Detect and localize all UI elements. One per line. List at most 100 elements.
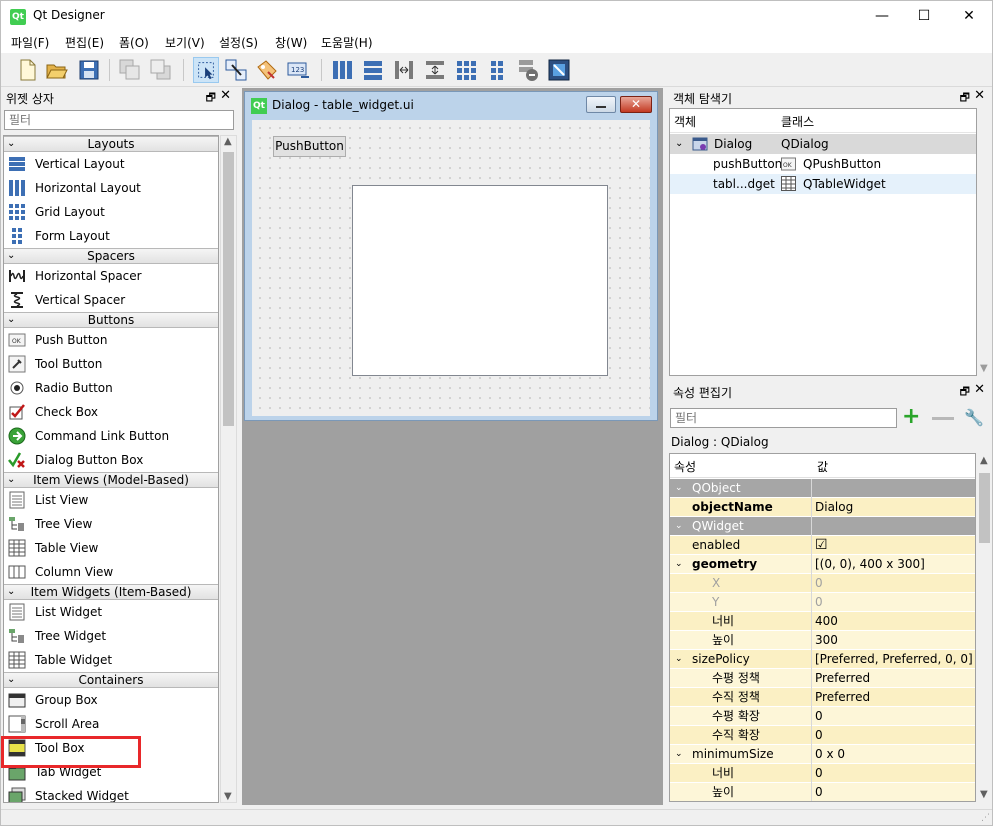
widget-tree-view[interactable]: Tree View	[4, 512, 218, 536]
lay-out-horizontal-splitter-icon[interactable]	[391, 57, 417, 83]
scroll-thumb[interactable]	[223, 152, 234, 426]
property-value[interactable]: 300	[815, 631, 838, 650]
expand-chevron-icon[interactable]: ⌄	[675, 745, 683, 764]
widget-tool-button[interactable]: Tool Button	[4, 352, 218, 376]
column-object[interactable]: 객체	[674, 113, 696, 130]
close-dock-icon[interactable]: ✕	[974, 88, 985, 103]
column-class[interactable]: 클래스	[781, 113, 814, 130]
widget-horizontal-spacer[interactable]: Horizontal Spacer	[4, 264, 218, 288]
object-row-tablewidget[interactable]: tabl...dget QTableWidget	[670, 174, 976, 194]
property-value[interactable]: Preferred	[815, 688, 870, 707]
widget-check-box[interactable]: Check Box	[4, 400, 218, 424]
scroll-up-icon[interactable]: ▲	[980, 455, 988, 466]
edit-tab-order-icon[interactable]: 123	[285, 57, 311, 83]
property-value[interactable]: 0	[815, 783, 823, 801]
property-value[interactable]: 0	[815, 726, 823, 745]
property-value[interactable]: 0 x 0	[815, 745, 845, 764]
lay-out-form-icon[interactable]	[484, 57, 510, 83]
menu-window[interactable]: 창(W)	[273, 34, 309, 51]
property-value[interactable]: Dialog	[815, 498, 853, 517]
widget-list-scrollbar[interactable]: ▲ ▼	[220, 135, 237, 803]
category-spacers[interactable]: ⌄ Spacers	[4, 248, 218, 264]
property-row[interactable]: enabled ☑	[670, 536, 975, 555]
property-value[interactable]: 0	[815, 707, 823, 726]
widget-scroll-area[interactable]: Scroll Area	[4, 712, 218, 736]
property-row[interactable]: 높이 0	[670, 783, 975, 801]
widget-table-view[interactable]: Table View	[4, 536, 218, 560]
object-row-dialog[interactable]: ⌄ Dialog QDialog	[670, 134, 976, 154]
widget-dialog-button-box[interactable]: Dialog Button Box	[4, 448, 218, 472]
lay-out-grid-icon[interactable]	[453, 57, 479, 83]
property-value[interactable]: [Preferred, Preferred, 0, 0]	[815, 650, 973, 669]
widget-list-view[interactable]: List View	[4, 488, 218, 512]
float-dock-icon[interactable]: 🗗	[206, 89, 216, 108]
widget-grid-layout[interactable]: Grid Layout	[4, 200, 218, 224]
close-dock-icon[interactable]: ✕	[220, 88, 231, 103]
edit-buddies-icon[interactable]	[254, 57, 280, 83]
widget-horizontal-layout[interactable]: Horizontal Layout	[4, 176, 218, 200]
property-group-row[interactable]: ⌄ QWidget	[670, 517, 975, 536]
adjust-size-icon[interactable]	[546, 57, 572, 83]
property-row[interactable]: 수직 확장 0	[670, 726, 975, 745]
property-row[interactable]: Y0	[670, 593, 975, 612]
scroll-up-icon[interactable]: ▲	[224, 136, 232, 147]
property-filter-input[interactable]	[670, 408, 897, 428]
property-value[interactable]: [(0, 0), 400 x 300]	[815, 555, 925, 574]
expand-chevron-icon[interactable]: ⌄	[675, 479, 683, 498]
lay-out-horizontally-icon[interactable]	[329, 57, 355, 83]
form-table-widget[interactable]	[352, 185, 608, 376]
scroll-thumb[interactable]	[979, 473, 990, 543]
category-item-widgets[interactable]: ⌄ Item Widgets (Item-Based)	[4, 584, 218, 600]
bring-to-front-icon[interactable]	[148, 57, 174, 83]
expand-chevron-icon[interactable]: ⌄	[675, 134, 683, 154]
expand-chevron-icon[interactable]: ⌄	[675, 517, 683, 536]
menu-view[interactable]: 보기(V)	[163, 34, 207, 51]
property-row[interactable]: 수평 확장 0	[670, 707, 975, 726]
property-row[interactable]: 높이 300	[670, 631, 975, 650]
widget-column-view[interactable]: Column View	[4, 560, 218, 584]
property-row[interactable]: X0	[670, 574, 975, 593]
new-form-icon[interactable]	[14, 57, 40, 83]
form-push-button[interactable]: PushButton	[273, 136, 346, 157]
widget-list-widget[interactable]: List Widget	[4, 600, 218, 624]
open-form-icon[interactable]	[44, 57, 70, 83]
property-value[interactable]: 0	[815, 764, 823, 783]
property-row[interactable]: 수평 정책 Preferred	[670, 669, 975, 688]
object-tree-scrollbar[interactable]: ▼	[977, 108, 992, 376]
property-row[interactable]: ⌄ minimumSize 0 x 0	[670, 745, 975, 764]
property-row[interactable]: ⌄ sizePolicy [Preferred, Preferred, 0, 0]	[670, 650, 975, 669]
expand-chevron-icon[interactable]: ⌄	[675, 650, 683, 669]
category-layouts[interactable]: ⌄ Layouts	[4, 136, 218, 152]
expand-chevron-icon[interactable]: ⌄	[675, 555, 683, 574]
scroll-down-icon[interactable]: ▼	[980, 363, 988, 374]
widget-radio-button[interactable]: Radio Button	[4, 376, 218, 400]
property-group-row[interactable]: ⌄ QObject	[670, 479, 975, 498]
property-value[interactable]: Preferred	[815, 669, 870, 688]
scroll-down-icon[interactable]: ▼	[980, 789, 988, 800]
property-row[interactable]: ⌄ geometry [(0, 0), 400 x 300]	[670, 555, 975, 574]
widget-filter-input[interactable]	[4, 110, 234, 130]
property-row[interactable]: 너비 400	[670, 612, 975, 631]
widget-group-box[interactable]: Group Box	[4, 688, 218, 712]
close-button[interactable]: ✕	[946, 1, 992, 31]
widget-stacked-widget[interactable]: Stacked Widget	[4, 784, 218, 802]
widget-vertical-layout[interactable]: Vertical Layout	[4, 152, 218, 176]
widget-table-widget[interactable]: Table Widget	[4, 648, 218, 672]
widget-command-link-button[interactable]: Command Link Button	[4, 424, 218, 448]
menu-settings[interactable]: 설정(S)	[217, 34, 260, 51]
form-minimize-button[interactable]	[586, 96, 616, 113]
property-table-scrollbar[interactable]: ▲ ▼	[977, 453, 992, 802]
float-dock-icon[interactable]: 🗗	[960, 89, 970, 108]
remove-dynamic-property-icon[interactable]	[932, 417, 954, 420]
menu-edit[interactable]: 편집(E)	[63, 34, 106, 51]
lay-out-vertically-icon[interactable]	[360, 57, 386, 83]
property-value[interactable]: 0	[815, 574, 823, 593]
object-row-pushbutton[interactable]: pushButton OK QPushButton	[670, 154, 976, 174]
form-canvas[interactable]: PushButton	[252, 120, 650, 416]
scroll-down-icon[interactable]: ▼	[224, 791, 232, 802]
property-row[interactable]: objectName Dialog	[670, 498, 975, 517]
menu-help[interactable]: 도움말(H)	[319, 34, 375, 51]
property-row[interactable]: 너비 0	[670, 764, 975, 783]
maximize-button[interactable]: ☐	[901, 1, 947, 31]
widget-vertical-spacer[interactable]: Vertical Spacer	[4, 288, 218, 312]
